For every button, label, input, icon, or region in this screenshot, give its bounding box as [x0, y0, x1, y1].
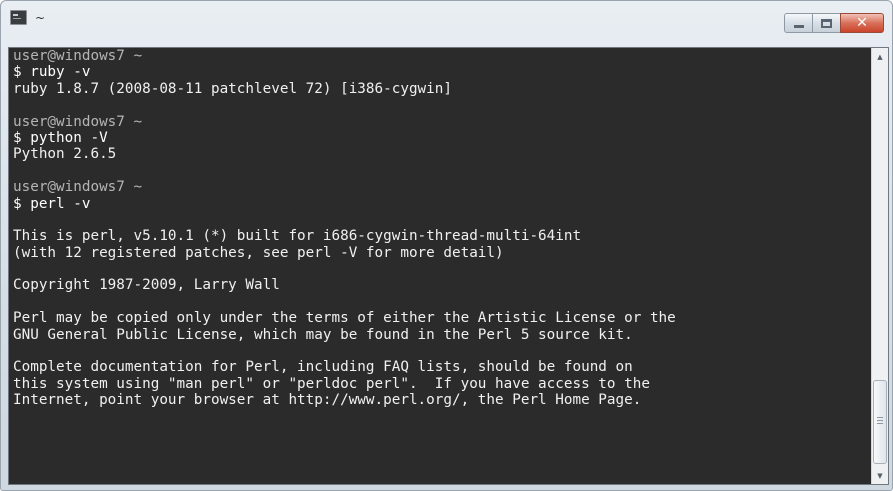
scroll-down-button[interactable]: ▼	[872, 467, 888, 484]
window-title: ~	[35, 11, 46, 25]
terminal-output[interactable]: user@windows7 ~ $ ruby -v ruby 1.8.7 (2008…	[9, 48, 873, 484]
terminal-line-output: Complete documentation for Perl, includi…	[13, 359, 633, 376]
terminal-line-output: Copyright 1987-2009, Larry Wall	[13, 277, 280, 294]
terminal-line-output: Internet, point your browser at http://w…	[13, 392, 642, 409]
minimize-button[interactable]	[784, 13, 813, 33]
terminal-line-output: This is perl, v5.10.1 (*) built for i686…	[13, 228, 582, 245]
terminal-line-output: this system using "man perl" or "perldoc…	[13, 375, 650, 392]
grip-icon	[877, 417, 883, 424]
close-button[interactable]: ✕	[840, 13, 884, 33]
terminal-line-prompt: user@windows7 ~	[13, 179, 143, 196]
maximize-button[interactable]	[813, 13, 840, 33]
terminal-line-output: GNU General Public License, which may be…	[13, 326, 633, 343]
caption-buttons: ✕	[784, 13, 884, 33]
terminal-line-cmd: $ python -V	[13, 129, 108, 146]
scroll-up-icon: ▲	[877, 52, 883, 61]
maximize-icon	[821, 18, 832, 28]
vertical-scrollbar[interactable]: ▲ ▼	[871, 48, 888, 484]
scrollbar-thumb[interactable]	[873, 380, 887, 464]
minimize-icon	[793, 24, 804, 28]
scroll-down-icon: ▼	[877, 471, 883, 480]
terminal-line-output: Perl may be copied only under the terms …	[13, 310, 676, 327]
console-area: user@windows7 ~ $ ruby -v ruby 1.8.7 (2008…	[8, 47, 889, 485]
title-bar[interactable]: ~ ✕	[1, 1, 892, 47]
close-icon: ✕	[856, 15, 868, 31]
terminal-window: ~ ✕ user@windows7 ~ $ ruby -v ruby 1.8.7 (…	[0, 0, 893, 491]
terminal-app-icon[interactable]	[10, 10, 27, 25]
scroll-up-button[interactable]: ▲	[872, 48, 888, 65]
terminal-line-prompt: user@windows7 ~	[13, 113, 143, 130]
terminal-line-output: Python 2.6.5	[13, 146, 117, 163]
terminal-line-output: ruby 1.8.7 (2008-08-11 patchlevel 72) [i…	[13, 80, 452, 97]
terminal-line-cmd: $ ruby -v	[13, 64, 91, 81]
terminal-line-cmd: $ perl -v	[13, 195, 91, 212]
terminal-line-output: (with 12 registered patches, see perl -V…	[13, 244, 504, 261]
terminal-line-prompt: user@windows7 ~	[13, 48, 143, 64]
